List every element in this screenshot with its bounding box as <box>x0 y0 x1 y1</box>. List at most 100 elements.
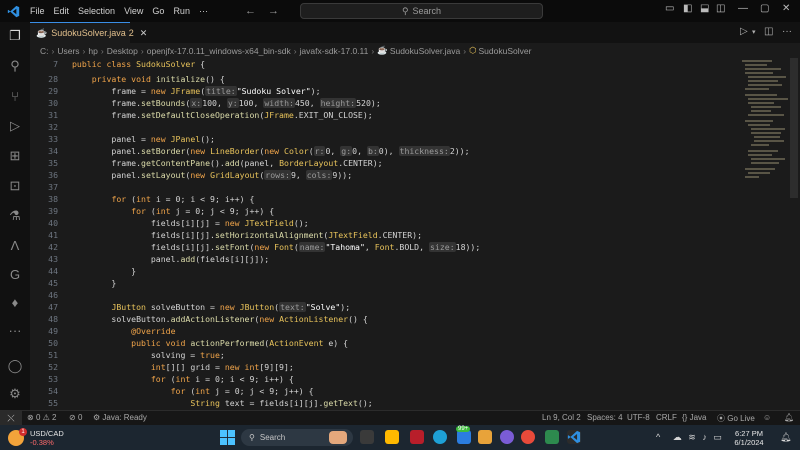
cursor-position[interactable]: Ln 9, Col 2 <box>542 413 581 422</box>
menu-edit[interactable]: Edit <box>54 6 70 16</box>
stock-widget[interactable]: 1 USD/CAD -0.38% <box>8 428 88 448</box>
mcafee-icon[interactable] <box>410 430 424 444</box>
split-editor-icon[interactable]: ◫ <box>764 26 773 37</box>
vscode-taskbar-icon[interactable] <box>567 430 581 444</box>
manage-gear-icon[interactable]: ⚙ <box>7 386 23 402</box>
chevron-up-icon[interactable]: ^ <box>656 432 660 442</box>
clock[interactable]: 6:27 PM 6/1/2024 <box>731 429 767 447</box>
search-icon: ⚲ <box>401 5 409 16</box>
explorer-icon[interactable]: ❐ <box>7 28 23 44</box>
spreadsheet-app-icon[interactable] <box>545 430 559 444</box>
warning-count: 2 <box>52 413 57 422</box>
volume-icon[interactable]: ♪ <box>702 432 707 442</box>
remote-indicator-icon[interactable]: ⤬ <box>0 410 22 426</box>
copilot-icon[interactable]: ☺ <box>763 413 771 422</box>
code-lines[interactable]: public class SudokuSolver { private void… <box>72 58 732 410</box>
editor-tab-bar: ☕ SudokuSolver.java 2 ✕ ▷ ▾ ◫ ··· <box>30 22 800 43</box>
remote-explorer-icon[interactable]: ⊡ <box>7 178 23 194</box>
line-number: 40 <box>48 218 58 228</box>
command-center-search[interactable]: ⚲ Search <box>300 3 543 19</box>
close-window-icon[interactable]: ✕ <box>782 3 790 14</box>
toggle-sidebar-icon[interactable]: ◧ <box>683 3 692 14</box>
azure-icon[interactable]: Λ <box>7 237 23 253</box>
line-number: 43 <box>48 254 58 264</box>
close-tab-icon[interactable]: ✕ <box>140 28 148 39</box>
source-control-icon[interactable]: ⑂ <box>7 88 23 104</box>
search-highlight-icon <box>329 431 347 444</box>
battery-icon[interactable]: ▭ <box>713 432 722 442</box>
menu-selection[interactable]: Selection <box>78 6 115 16</box>
testing-icon[interactable]: ⚗ <box>7 208 23 224</box>
minimap[interactable] <box>742 58 788 410</box>
breadcrumb-item[interactable]: Desktop <box>107 46 138 56</box>
breadcrumb-item[interactable]: hp <box>88 46 97 56</box>
breadcrumb-item[interactable]: C: <box>40 46 49 56</box>
photos-icon[interactable] <box>478 430 492 444</box>
more-views-icon[interactable]: ··· <box>7 322 23 338</box>
line-number: 51 <box>48 350 58 360</box>
run-debug-icon[interactable]: ▷ <box>7 118 23 134</box>
breadcrumb-item[interactable]: Users <box>57 46 79 56</box>
breadcrumb-item[interactable]: javafx-sdk-17.0.11 <box>300 46 369 56</box>
search-icon[interactable]: ⚲ <box>7 58 23 74</box>
copilot-app-icon[interactable] <box>500 430 514 444</box>
customize-layout-icon[interactable]: ◫ <box>716 3 725 14</box>
mongodb-icon[interactable]: ♦ <box>7 294 23 310</box>
code-line: panel.setBorder(new LineBorder(new Color… <box>72 146 470 156</box>
cloud-icon[interactable]: ☁ <box>673 432 682 442</box>
line-number: 38 <box>48 194 58 204</box>
end-of-line[interactable]: CRLF <box>656 413 677 422</box>
menu-view[interactable]: View <box>124 6 143 16</box>
code-line: frame.getContentPane().add(panel, Border… <box>72 158 383 168</box>
wifi-icon[interactable]: ≋ <box>688 432 696 442</box>
breadcrumb-item[interactable]: SudokuSolver.java <box>390 46 460 56</box>
forward-arrow-icon[interactable]: → <box>268 5 279 17</box>
run-dropdown-icon[interactable]: ▾ <box>752 28 756 36</box>
notification-center-icon[interactable]: 🔔︎ <box>780 432 791 443</box>
code-line: frame = new JFrame(title:"Sudoku Solver"… <box>72 86 321 96</box>
account-icon[interactable]: ◯ <box>7 358 23 374</box>
code-line: frame.setBounds(x:100, y:100, width:450,… <box>72 98 381 108</box>
file-explorer-icon[interactable] <box>385 430 399 444</box>
code-line: solveButton.addActionListener(new Action… <box>72 314 368 324</box>
taskbar-search-box[interactable]: ⚲ Search <box>241 429 353 446</box>
tab-sudokusolver-java[interactable]: ☕ SudokuSolver.java 2 ✕ <box>30 22 147 43</box>
extensions-icon[interactable]: ⊞ <box>7 148 23 164</box>
encoding[interactable]: UTF-8 <box>627 413 650 422</box>
maximize-icon[interactable]: ▢ <box>760 3 769 14</box>
breadcrumb-item[interactable]: SudokuSolver <box>479 46 532 56</box>
menu-go[interactable]: Go <box>152 6 164 16</box>
java-status[interactable]: ⚙ Java: Ready <box>93 413 147 422</box>
menu-file[interactable]: File <box>30 6 45 16</box>
go-live-button[interactable]: ⦿ Go Live <box>717 413 755 424</box>
edge-browser-icon[interactable] <box>433 430 447 444</box>
taskbar-search-label: Search <box>259 433 286 442</box>
code-line: frame.setDefaultCloseOperation(JFrame.EX… <box>72 110 373 120</box>
layout-toggle-icon[interactable]: ▭ <box>665 3 674 14</box>
code-editor[interactable]: 7 28 29 30 31 32 33 34 35 36 37 38 39 40… <box>30 58 800 410</box>
chrome-icon[interactable] <box>521 430 535 444</box>
widget-alert-badge: 1 <box>19 428 27 436</box>
language-mode[interactable]: {} Java <box>682 413 706 422</box>
problems-status[interactable]: ⊗ 0 ⚠ 2 <box>27 413 56 422</box>
editor-scrollbar[interactable] <box>790 58 798 198</box>
task-view-icon[interactable] <box>360 430 374 444</box>
menu-run[interactable]: Run <box>173 6 190 16</box>
ports-icon: ⊘ <box>69 413 76 422</box>
line-number: 35 <box>48 158 58 168</box>
microsoft-store-icon[interactable] <box>457 430 471 444</box>
minimize-icon[interactable]: — <box>738 3 748 14</box>
gitlens-icon[interactable]: G <box>7 266 23 282</box>
ports-status[interactable]: ⊘ 0 <box>69 413 82 422</box>
code-line: solving = true; <box>72 350 225 360</box>
breadcrumb-item[interactable]: openjfx-17.0.11_windows-x64_bin-sdk <box>147 46 291 56</box>
indentation[interactable]: Spaces: 4 <box>587 413 623 422</box>
run-file-icon[interactable]: ▷ <box>740 26 748 37</box>
windows-taskbar: 1 USD/CAD -0.38% ⚲ Search 99+ ^ ☁ ≋ ♪ ▭ … <box>0 425 800 450</box>
toggle-panel-icon[interactable]: ⬓ <box>700 3 709 14</box>
start-button-icon[interactable] <box>220 430 235 445</box>
menu-more[interactable]: ··· <box>199 6 208 16</box>
more-actions-icon[interactable]: ··· <box>782 26 792 37</box>
notifications-bell-icon[interactable]: 🔔︎ <box>784 413 794 422</box>
back-arrow-icon[interactable]: ← <box>245 5 256 17</box>
